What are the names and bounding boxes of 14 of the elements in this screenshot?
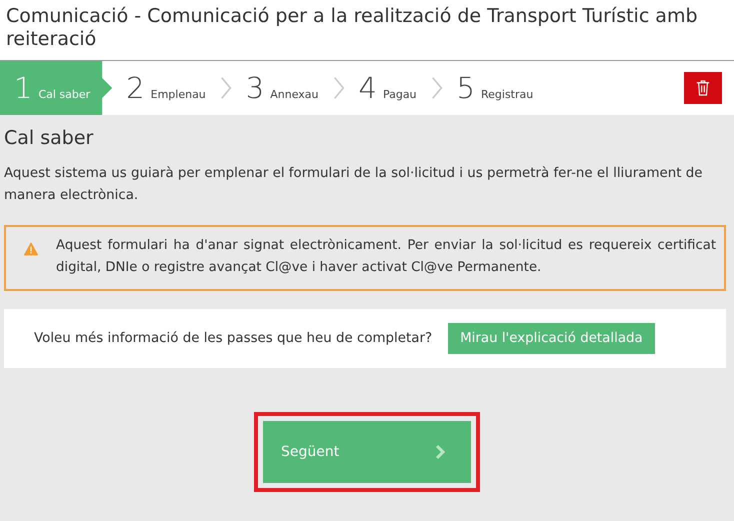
trash-icon bbox=[696, 80, 710, 96]
info-question: Voleu més informació de les passes que heu de completar? bbox=[34, 331, 432, 346]
step-tab[interactable]: 4 Pagau bbox=[354, 61, 421, 115]
chevron-icon bbox=[332, 76, 344, 100]
intro-paragraph: Aquest sistema us guiarà per emplenar el formulari de la sol·licitud i us permetrà fer-ne el lliurament de manera electrònica. bbox=[4, 165, 704, 205]
step-tab[interactable]: 2 Emplenau bbox=[122, 61, 210, 115]
section-heading: Cal saber bbox=[4, 126, 94, 149]
chevron-icon bbox=[220, 76, 232, 100]
chevron-right-icon bbox=[435, 444, 445, 460]
chevron-icon bbox=[430, 76, 443, 100]
warning-text: Aquest formulari ha d'anar signat electrònicament. Per enviar la sol·licitud es requereix certificat digital, DNIe o registre avançat Cl@ve i haver activat Cl@ve Permanente. bbox=[56, 237, 716, 277]
step-tab[interactable]: 5 Registrau bbox=[452, 61, 538, 115]
step-tab[interactable]: 3 Annexau bbox=[242, 61, 322, 115]
delete-button[interactable] bbox=[684, 72, 722, 104]
